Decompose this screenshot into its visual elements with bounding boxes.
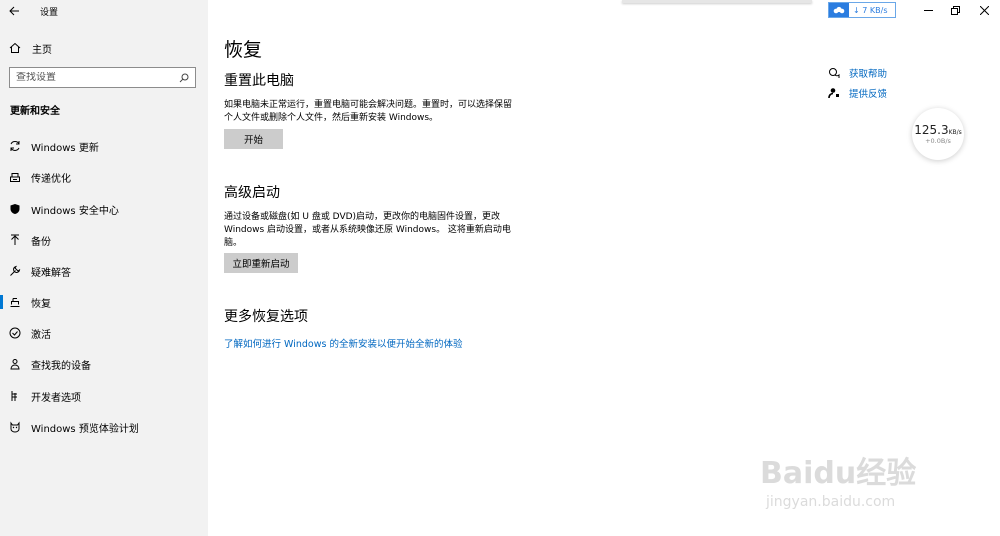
sidebar-item-developer[interactable]: 开发者选项 (0, 384, 208, 408)
sidebar-item-backup[interactable]: 备份 (0, 228, 208, 252)
sidebar-item-label: 开发者选项 (31, 392, 81, 404)
advanced-description: 通过设备或磁盘(如 U 盘或 DVD)启动，更改你的电脑固件设置，更改 Wind… (224, 211, 511, 250)
sidebar-item-label: 传递优化 (31, 173, 71, 185)
close-icon (979, 5, 989, 15)
sidebar-item-label: Windows 安全中心 (31, 205, 119, 217)
reset-description: 如果电脑未正常运行，重置电脑可能会解决问题。重置时，可以选择保留 个人文件或删除… (224, 99, 512, 125)
reset-desc-line: 如果电脑未正常运行，重置电脑可能会解决问题。重置时，可以选择保留 (224, 100, 513, 110)
net-speed-top: ↓ 7 KB/s (853, 5, 888, 15)
search-icon (179, 73, 189, 82)
sidebar-item-label: 恢复 (31, 298, 51, 310)
baidu-cloud-icon (829, 3, 849, 17)
sidebar-item-label: Windows 预览体验计划 (31, 423, 139, 435)
sidebar-item-delivery[interactable]: 传递优化 (0, 165, 208, 189)
restart-now-button[interactable]: 立即重新启动 (224, 253, 298, 273)
sidebar-home[interactable]: 主页 (9, 39, 52, 57)
sidebar-item-label: 激活 (31, 329, 51, 341)
reset-start-button[interactable]: 开始 (224, 129, 283, 149)
search-input[interactable] (16, 72, 166, 83)
delivery-icon (9, 171, 21, 183)
section-title: 更新和安全 (10, 106, 60, 117)
sidebar-item-find-device[interactable]: 查找我的设备 (0, 352, 208, 376)
feedback-label: 提供反馈 (849, 89, 888, 100)
advanced-desc-line: 通过设备或磁盘(如 U 盘或 DVD)启动，更改你的电脑固件设置，更改 (224, 212, 501, 222)
search-box[interactable] (9, 67, 196, 88)
advanced-startup-heading: 高级启动 (224, 185, 280, 201)
more-options-heading: 更多恢复选项 (224, 309, 308, 325)
advanced-desc-line: Windows 启动设置，或者从系统映像还原 Windows。 这将重新启动电 (224, 225, 511, 235)
title-bar: 设置 (0, 0, 208, 22)
sidebar-item-activation[interactable]: 激活 (0, 321, 208, 345)
sidebar-item-label: 备份 (31, 236, 51, 248)
advanced-desc-line: 脑。 (224, 238, 243, 248)
insider-cat-icon (9, 421, 21, 433)
sidebar-item-windows-update[interactable]: Windows 更新 (0, 134, 208, 158)
sidebar-item-insider[interactable]: Windows 预览体验计划 (0, 415, 208, 439)
close-button[interactable] (976, 3, 992, 17)
feedback-link[interactable]: 提供反馈 (828, 86, 887, 100)
back-button[interactable] (0, 0, 28, 22)
reset-heading: 重置此电脑 (224, 73, 294, 89)
restore-button[interactable] (947, 3, 963, 17)
sidebar-item-recovery[interactable]: 恢复 (0, 290, 208, 314)
restore-icon (950, 5, 960, 15)
sidebar-item-label: 查找我的设备 (31, 360, 91, 372)
shield-icon (9, 203, 21, 215)
back-arrow-icon (8, 6, 19, 16)
developer-icon (9, 390, 21, 402)
check-circle-icon (9, 327, 21, 339)
sidebar-item-troubleshoot[interactable]: 疑难解答 (0, 259, 208, 283)
home-label: 主页 (32, 44, 52, 56)
sidebar-item-label: 疑难解答 (31, 267, 71, 279)
clean-install-link[interactable]: 了解如何进行 Windows 的全新安装以便开始全新的体验 (224, 336, 462, 350)
watermark-sub: jingyan.baidu.com (766, 494, 896, 510)
get-help-label: 获取帮助 (849, 69, 888, 80)
home-icon (9, 42, 21, 53)
speed-bubble[interactable]: 125.3KB/s +0.0B/s (912, 108, 964, 160)
refresh-icon (9, 140, 21, 152)
person-pin-icon (9, 358, 21, 370)
sidebar: 设置 主页 更新和安全 Windows 更新 传递优化 Windows 安全中心… (0, 0, 208, 536)
speed-value: 125.3KB/s (914, 123, 962, 137)
speed-sub: +0.0B/s (925, 137, 951, 145)
wrench-icon (9, 265, 21, 277)
top-strip (622, 0, 812, 3)
chat-help-icon (829, 68, 840, 78)
sidebar-item-security-center[interactable]: Windows 安全中心 (0, 197, 208, 221)
baidu-watermark: Baidu经验 jingyan.baidu.com (760, 428, 960, 518)
network-speed-widget[interactable]: ↓ 7 KB/s (828, 2, 896, 18)
sidebar-item-label: Windows 更新 (31, 142, 99, 154)
minimize-icon (923, 9, 933, 11)
page-title: 恢复 (224, 39, 263, 61)
recovery-icon (9, 296, 21, 308)
backup-arrow-icon (9, 234, 21, 246)
watermark-main: Baidu经验 (760, 456, 917, 491)
minimize-button[interactable] (920, 3, 936, 17)
get-help-link[interactable]: 获取帮助 (828, 66, 887, 80)
reset-desc-line: 个人文件或删除个人文件，然后重新安装 Windows。 (224, 113, 439, 123)
app-title: 设置 (40, 7, 59, 18)
feedback-person-icon (828, 88, 839, 99)
